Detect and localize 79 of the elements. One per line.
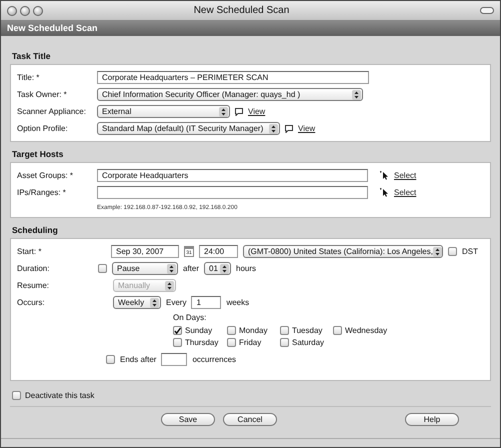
time-field[interactable]: 24:00 [199,245,238,258]
select-arrows-icon [150,298,159,308]
checkbox[interactable] [280,326,289,335]
dropdown[interactable]: 01 [204,262,232,275]
field-label: IPs/Ranges: * [17,188,67,197]
section-heading: Task Title [11,50,52,63]
checkbox[interactable] [12,391,21,400]
checkbox[interactable] [448,247,457,256]
field-label: Task Owner: * [17,90,68,99]
section-heading: Target Hosts [11,148,64,161]
field-text: hours [236,264,256,273]
field-label: Title: * [17,73,40,82]
field-text: occurrences [192,355,236,364]
select-link[interactable]: Select [394,188,416,197]
field-text: after [183,264,200,273]
window-title: New Scheduled Scan [192,5,290,16]
field-text: Every [166,298,186,307]
page-header: New Scheduled Scan [1,21,500,36]
checkbox[interactable] [173,338,182,347]
checkbox-label: Friday [239,338,262,347]
checkbox-label: Monday [239,326,268,335]
checkbox-label: Saturday [292,338,324,347]
checkbox-label: Wednesday [345,326,388,335]
speech-bubble-icon [235,108,243,116]
zoom-button[interactable] [33,6,43,16]
save-button[interactable]: Save [161,413,215,426]
section-heading: Scheduling [11,224,59,237]
checkbox-label: Tuesday [292,326,322,335]
field-label: Start: * [17,247,42,256]
select-arrows-icon [220,264,230,274]
checkbox-label: DST [462,247,478,256]
checkbox[interactable] [173,326,182,335]
field-label: Duration: [17,264,50,273]
select-arrows-icon [219,106,228,116]
input-field[interactable]: Corporate Headquarters – PERIMETER SCAN [97,71,369,84]
view-link[interactable]: View [298,124,316,133]
field-label: Asset Groups: * [17,171,74,180]
field-label: Scanner Appliance: [17,107,87,116]
checkbox[interactable] [333,326,342,335]
select-arrows-icon [432,246,442,256]
field-text: On Days: [172,313,208,322]
select-arrows-icon [352,90,361,100]
field-label: Resume: [17,281,50,290]
checkbox[interactable] [227,338,236,347]
interval-field[interactable]: 1 [191,296,222,309]
dropdown[interactable]: (GMT-0800) United States (California): Los Angeles, [243,245,443,258]
input-field[interactable]: Corporate Headquarters [97,169,368,182]
view-link[interactable]: View [248,107,266,116]
checkbox[interactable] [98,264,107,273]
toolbar-toggle-button[interactable] [480,7,494,14]
input-field[interactable] [97,186,368,199]
checkbox[interactable] [227,326,236,335]
pointer-icon [380,188,389,197]
pointer-icon [380,171,389,180]
field-text: weeks [226,298,250,307]
select-arrows-icon [269,124,278,134]
occurrences-field[interactable] [161,353,188,366]
field-label: Occurs: [17,298,46,307]
help-button[interactable]: Help [405,413,459,426]
checkbox-label: Thursday [185,338,218,347]
dropdown[interactable]: External [97,105,230,118]
select-arrows-icon [167,264,176,274]
dropdown[interactable]: Weekly [113,296,161,309]
checkbox[interactable] [280,338,289,347]
checkbox-label: Ends after [120,355,156,364]
cancel-button[interactable]: Cancel [223,413,277,426]
dropdown[interactable]: Standard Map (default) (IT Security Manager) [97,122,280,135]
dropdown[interactable]: Chief Information Security Officer (Manager: quays_hd ) [97,88,363,101]
checkbox-label: Sunday [185,326,212,335]
dropdown[interactable]: Pause [112,262,178,275]
close-button[interactable] [7,6,17,16]
speech-bubble-icon [285,124,293,132]
field-label: Option Profile: [17,124,69,133]
date-field[interactable]: Sep 30, 2007 [111,245,179,258]
select-arrows-icon [165,280,174,290]
select-link[interactable]: Select [394,171,416,180]
checkbox-label: Deactivate this task [25,391,94,400]
checkbox[interactable] [106,355,115,364]
minimize-button[interactable] [20,6,30,16]
